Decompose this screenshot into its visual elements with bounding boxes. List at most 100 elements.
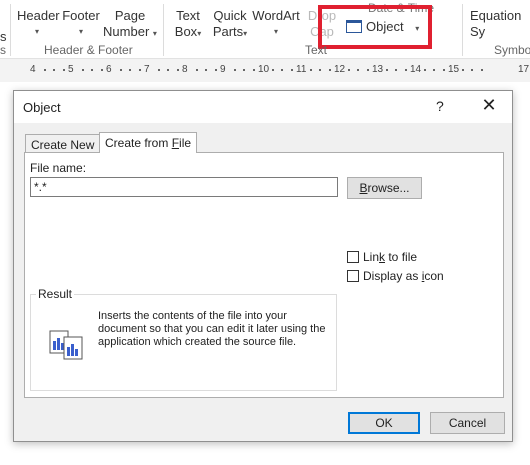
- text-box-label-line2: Box: [174, 24, 198, 39]
- ruler-number: 15: [448, 64, 460, 75]
- page-number-label-line2: Number: [103, 24, 150, 39]
- ribbon: s s Header ▾ Footer ▾ Page Number ▾ Head…: [0, 0, 530, 58]
- ruler-tick: [423, 69, 426, 71]
- highlight-box: [318, 5, 432, 49]
- ruler-number: 11: [296, 64, 307, 75]
- ruler-number: 10: [258, 64, 270, 75]
- tab-create-new[interactable]: Create New: [25, 134, 101, 152]
- ruler-number: 6: [106, 64, 112, 75]
- text-box-button[interactable]: Text Box▾: [170, 8, 206, 42]
- equation-label: Equation: [470, 8, 522, 23]
- browse-label: rowse...: [367, 181, 410, 195]
- checkbox-box[interactable]: [347, 251, 359, 263]
- ruler-tick: [81, 69, 84, 71]
- ruler: 4 5 6 7 8 9 10 11 12 13 14 15 17: [0, 58, 530, 82]
- ruler-numbers: 4 5 6 7 8 9 10 11 12 13 14 15 17: [0, 64, 530, 76]
- text-box-label-line1: Text: [176, 8, 200, 23]
- tab-label-suffix: ile: [179, 136, 192, 150]
- ruler-tick: [442, 69, 445, 71]
- display-label-prefix: Display as: [363, 269, 422, 283]
- wordart-button[interactable]: WordArt ▾: [252, 8, 300, 40]
- file-name-label: File name:: [30, 161, 87, 175]
- ruler-tick: [357, 69, 359, 71]
- header-button[interactable]: Header ▾: [17, 8, 60, 40]
- group-label-header-footer: Header & Footer: [44, 43, 133, 57]
- ruler-tick: [480, 69, 483, 71]
- ruler-tick: [366, 69, 369, 71]
- page-number-label-line1: Page: [114, 8, 146, 23]
- ruler-tick: [205, 69, 207, 71]
- chevron-down-icon: ▾: [78, 27, 83, 36]
- ruler-tick: [290, 69, 293, 71]
- ruler-number: 8: [182, 64, 188, 75]
- group-label-symbols: Symbo: [494, 43, 530, 57]
- ruler-number: 5: [68, 64, 74, 75]
- ruler-tick: [100, 69, 103, 71]
- chevron-down-icon: ▾: [273, 27, 278, 36]
- chevron-down-icon: ▾: [197, 29, 202, 38]
- ruler-number: 14: [410, 64, 422, 75]
- ruler-tick: [53, 69, 55, 71]
- ruler-tick: [347, 69, 350, 71]
- page-number-button[interactable]: Page Number ▾: [102, 8, 158, 42]
- tab-create-from-file[interactable]: Create from File: [99, 132, 198, 153]
- ruler-tick: [176, 69, 179, 71]
- ok-button[interactable]: OK: [348, 412, 420, 434]
- display-label-suffix: con: [424, 269, 444, 283]
- close-button[interactable]: ✕: [476, 95, 502, 119]
- result-label: Result: [36, 287, 75, 301]
- ruler-tick: [433, 69, 435, 71]
- equation-button[interactable]: Equation Sy: [470, 8, 530, 40]
- ruler-number: 7: [144, 64, 150, 75]
- quick-parts-button[interactable]: Quick Parts▾: [210, 8, 250, 42]
- quick-parts-label-line1: Quick: [213, 8, 247, 23]
- file-name-input[interactable]: *.*: [30, 177, 338, 197]
- insert-file-icon: [49, 330, 83, 360]
- chevron-down-icon: ▾: [152, 29, 157, 38]
- ruler-tick: [252, 69, 255, 71]
- ribbon-separator: [462, 4, 463, 56]
- ruler-number: 12: [334, 64, 346, 75]
- ruler-tick: [319, 69, 321, 71]
- display-as-icon-checkbox[interactable]: Display as icon: [347, 269, 444, 283]
- ruler-tick: [385, 69, 388, 71]
- ruler-tick: [91, 69, 93, 71]
- group-label-text: Text: [305, 43, 328, 57]
- link-label-prefix: Lin: [363, 250, 380, 264]
- help-button[interactable]: ?: [436, 98, 444, 114]
- object-dialog: Object ? ✕ Create New Create from File F…: [13, 90, 513, 442]
- dialog-titlebar: Object ? ✕: [14, 91, 512, 123]
- chevron-down-icon: ▾: [243, 29, 248, 38]
- link-label-suffix: to file: [385, 250, 418, 264]
- ruler-tick: [167, 69, 169, 71]
- link-to-file-checkbox[interactable]: Link to file: [347, 250, 417, 264]
- ruler-tick: [461, 69, 464, 71]
- ruler-tick: [138, 69, 141, 71]
- ruler-tick: [233, 69, 236, 71]
- header-button-label: Header: [17, 8, 60, 23]
- ruler-tick: [404, 69, 407, 71]
- tab-label-prefix: Create from: [105, 136, 172, 150]
- ruler-number: 9: [220, 64, 226, 75]
- checkbox-box[interactable]: [347, 270, 359, 282]
- group-label-partial: s: [0, 43, 6, 57]
- browse-accel: B: [359, 181, 368, 195]
- dialog-title: Object: [23, 100, 61, 115]
- result-group: Result Inserts the contents of the file …: [30, 287, 337, 391]
- result-description: Inserts the contents of the file into yo…: [98, 310, 326, 348]
- ruler-number: 13: [372, 64, 384, 75]
- footer-button-label: Footer: [62, 8, 100, 23]
- ruler-tick: [214, 69, 217, 71]
- footer-button[interactable]: Footer ▾: [61, 8, 101, 40]
- ruler-tick: [195, 69, 198, 71]
- quick-parts-label-line2: Parts: [212, 24, 244, 39]
- ruler-number: 4: [30, 64, 36, 75]
- ruler-tick: [328, 69, 331, 71]
- browse-button[interactable]: Browse...: [347, 177, 422, 199]
- cancel-button[interactable]: Cancel: [430, 412, 505, 434]
- wordart-label: WordArt: [252, 8, 300, 23]
- ruler-tick: [157, 69, 160, 71]
- chevron-down-icon: ▾: [34, 27, 39, 36]
- ruler-tick: [395, 69, 397, 71]
- symbol-partial-label: Sy: [470, 24, 486, 39]
